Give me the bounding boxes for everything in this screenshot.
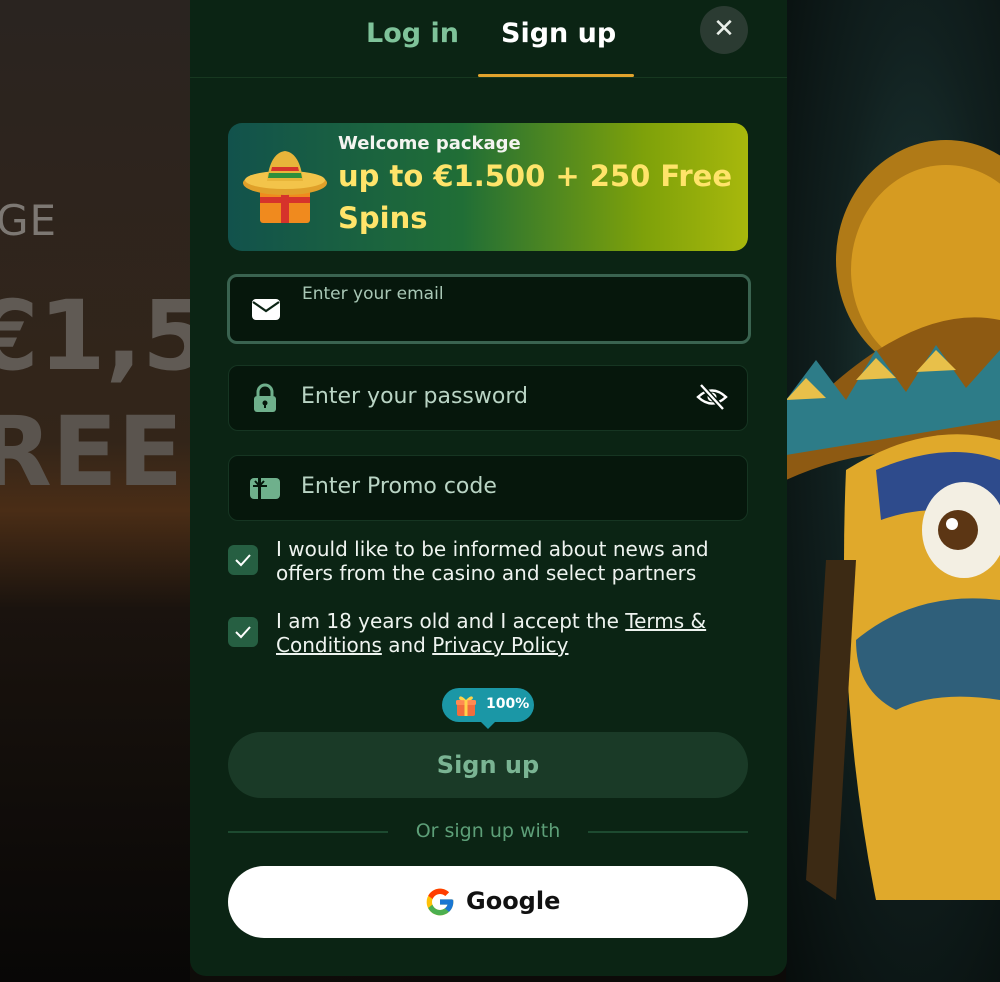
eye-slash-icon[interactable] bbox=[695, 380, 729, 414]
active-tab-indicator bbox=[478, 74, 634, 77]
news-consent-text: I would like to be informed about news a… bbox=[276, 537, 709, 585]
google-signup-button[interactable]: Google bbox=[228, 866, 748, 938]
signup-modal: Log in Sign up ✕ Welcome package up to €… bbox=[190, 0, 787, 976]
checkmark-icon bbox=[235, 554, 251, 567]
welcome-package-banner: Welcome package up to €1.500 + 250 Free … bbox=[228, 123, 748, 251]
bonus-percent: 100% bbox=[486, 696, 530, 712]
signup-submit-button[interactable]: Sign up bbox=[228, 732, 748, 798]
terms-consent-checkbox[interactable] bbox=[228, 617, 258, 647]
background-text-line2: €1,50 bbox=[0, 280, 190, 392]
privacy-policy-link[interactable]: Privacy Policy bbox=[432, 633, 568, 657]
email-input[interactable] bbox=[302, 305, 726, 333]
gift-card-icon bbox=[250, 478, 280, 499]
banner-title: Welcome package bbox=[338, 133, 521, 154]
password-placeholder: Enter your password bbox=[301, 384, 528, 409]
close-button[interactable]: ✕ bbox=[700, 6, 748, 54]
email-label: Enter your email bbox=[302, 284, 444, 304]
tab-login[interactable]: Log in bbox=[366, 18, 459, 49]
divider-line-left bbox=[228, 831, 388, 833]
badge-pointer bbox=[480, 721, 496, 729]
envelope-icon bbox=[252, 299, 280, 320]
news-consent-checkbox[interactable] bbox=[228, 545, 258, 575]
banner-offer: up to €1.500 + 250 Free Spins bbox=[338, 159, 733, 235]
background-text-line1: GE bbox=[0, 196, 58, 245]
email-field[interactable]: Enter your email bbox=[227, 274, 751, 344]
tab-signup[interactable]: Sign up bbox=[501, 18, 616, 49]
auth-tabs: Log in Sign up ✕ bbox=[190, 0, 787, 78]
password-field[interactable]: Enter your password bbox=[228, 365, 748, 431]
terms-middle: and bbox=[381, 633, 433, 657]
terms-consent-text: I am 18 years old and I accept the Terms… bbox=[276, 609, 746, 657]
mascot-image bbox=[786, 140, 1000, 900]
divider-text: Or sign up with bbox=[415, 820, 561, 842]
background-text-line3: REE bbox=[0, 396, 184, 508]
google-icon bbox=[426, 888, 454, 916]
divider-line-right bbox=[588, 831, 748, 833]
promo-placeholder: Enter Promo code bbox=[301, 474, 497, 499]
terms-prefix: I am 18 years old and I accept the bbox=[276, 609, 626, 633]
bonus-badge: 100% bbox=[442, 688, 534, 729]
background-promo-left: GE €1,50 REE bbox=[0, 0, 190, 982]
google-button-label: Google bbox=[466, 887, 561, 915]
promo-code-field[interactable]: Enter Promo code bbox=[228, 455, 748, 521]
lock-icon bbox=[254, 383, 276, 412]
checkmark-icon bbox=[235, 626, 251, 639]
background-mascot-illustration bbox=[786, 0, 1000, 982]
sombrero-gift-icon bbox=[243, 151, 327, 223]
gift-icon bbox=[456, 696, 476, 716]
close-icon: ✕ bbox=[713, 14, 735, 44]
